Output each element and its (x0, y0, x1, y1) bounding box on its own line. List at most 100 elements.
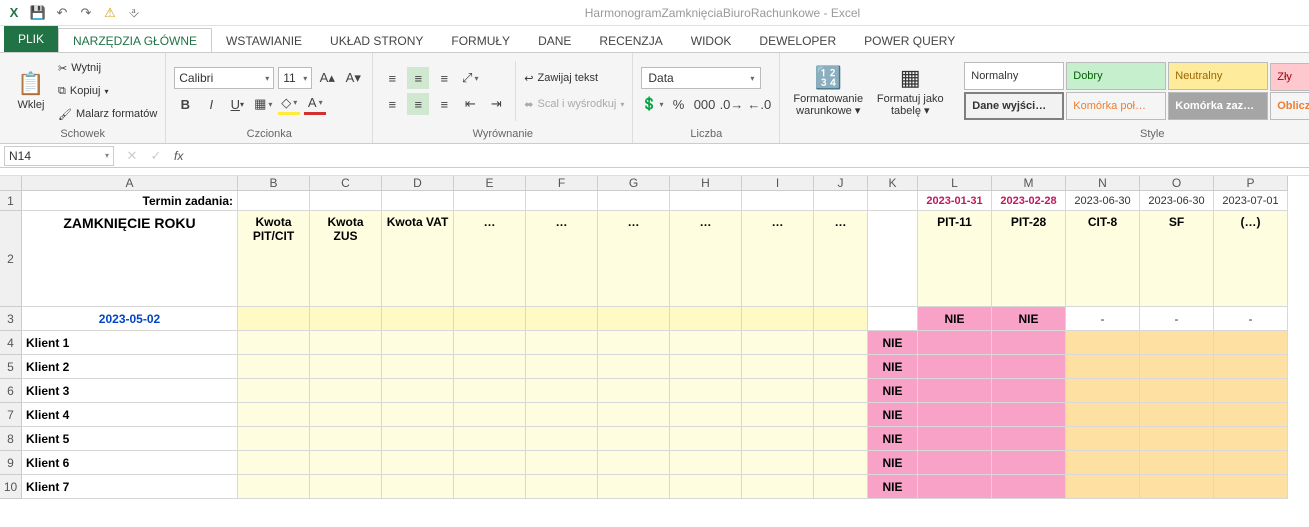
cell[interactable] (526, 427, 598, 451)
bold-button[interactable]: B (174, 93, 196, 115)
cell[interactable] (1066, 451, 1140, 475)
cell[interactable] (992, 451, 1066, 475)
formula-input[interactable] (189, 146, 1309, 166)
cell[interactable]: NIE (868, 451, 918, 475)
cell[interactable] (814, 191, 868, 211)
cell[interactable] (310, 331, 382, 355)
row-header[interactable]: 5 (0, 355, 22, 379)
cell[interactable] (742, 403, 814, 427)
cell[interactable] (1066, 403, 1140, 427)
cell[interactable] (238, 451, 310, 475)
wrap-text-button[interactable]: ↩Zawijaj tekst (524, 67, 624, 89)
cell[interactable] (670, 427, 742, 451)
cell[interactable] (598, 475, 670, 499)
cell[interactable]: PIT-11 (918, 211, 992, 307)
accounting-format-icon[interactable]: 💲 (641, 93, 663, 115)
row-header[interactable]: 6 (0, 379, 22, 403)
col-header[interactable]: D (382, 176, 454, 191)
cell[interactable]: PIT-28 (992, 211, 1066, 307)
style-neutral[interactable]: Neutralny (1168, 62, 1268, 90)
cell[interactable] (1214, 403, 1288, 427)
cell[interactable]: NIE (868, 475, 918, 499)
cell[interactable] (310, 191, 382, 211)
cell[interactable] (1214, 451, 1288, 475)
cell[interactable] (814, 451, 868, 475)
cell[interactable] (454, 475, 526, 499)
cell[interactable] (742, 191, 814, 211)
cell[interactable] (992, 403, 1066, 427)
cell[interactable]: CIT-8 (1066, 211, 1140, 307)
col-header[interactable]: H (670, 176, 742, 191)
cell[interactable]: Klient 2 (22, 355, 238, 379)
cell[interactable] (382, 451, 454, 475)
cell[interactable] (670, 191, 742, 211)
cell[interactable]: Termin zadania: (22, 191, 238, 211)
cell[interactable] (742, 379, 814, 403)
cell[interactable] (310, 379, 382, 403)
cell[interactable] (454, 403, 526, 427)
decrease-indent-icon[interactable]: ⇤ (459, 93, 481, 115)
cell[interactable] (1140, 379, 1214, 403)
cell[interactable] (454, 307, 526, 331)
cell[interactable] (1140, 451, 1214, 475)
cell[interactable] (238, 355, 310, 379)
copy-button[interactable]: ⧉Kopiuj▾ (58, 80, 157, 102)
col-header[interactable]: A (22, 176, 238, 191)
cell[interactable] (454, 451, 526, 475)
align-bottom-icon[interactable]: ≡ (433, 67, 455, 89)
cell[interactable] (918, 475, 992, 499)
cell[interactable] (526, 403, 598, 427)
cell[interactable]: Klient 4 (22, 403, 238, 427)
cell[interactable] (454, 355, 526, 379)
underline-button[interactable]: U▾ (226, 93, 248, 115)
cell[interactable]: 2023-07-01 (1214, 191, 1288, 211)
col-header[interactable]: L (918, 176, 992, 191)
row-header[interactable]: 4 (0, 331, 22, 355)
cell[interactable]: NIE (868, 403, 918, 427)
cell[interactable] (1066, 379, 1140, 403)
cell[interactable]: - (1066, 307, 1140, 331)
col-header[interactable]: C (310, 176, 382, 191)
cell[interactable] (918, 451, 992, 475)
cell[interactable] (1066, 331, 1140, 355)
increase-decimal-icon[interactable]: .0→ (720, 93, 744, 115)
cell[interactable] (238, 307, 310, 331)
cell[interactable] (382, 331, 454, 355)
comma-format-icon[interactable]: 000 (694, 93, 716, 115)
cell[interactable]: - (1214, 307, 1288, 331)
align-top-icon[interactable]: ≡ (381, 67, 403, 89)
cell[interactable] (670, 355, 742, 379)
cell[interactable] (918, 331, 992, 355)
cell[interactable]: 2023-06-30 (1066, 191, 1140, 211)
italic-button[interactable]: I (200, 93, 222, 115)
cell[interactable]: 2023-05-02 (22, 307, 238, 331)
cell[interactable] (670, 475, 742, 499)
col-header[interactable]: M (992, 176, 1066, 191)
cell[interactable] (742, 427, 814, 451)
cell[interactable] (382, 427, 454, 451)
col-header[interactable]: F (526, 176, 598, 191)
cell[interactable] (1214, 427, 1288, 451)
cell[interactable] (742, 475, 814, 499)
tab-formulas[interactable]: FORMUŁY (437, 29, 524, 52)
cell[interactable] (1066, 355, 1140, 379)
tab-file[interactable]: PLIK (4, 26, 58, 52)
cell[interactable] (526, 191, 598, 211)
cell[interactable] (382, 307, 454, 331)
col-header[interactable]: P (1214, 176, 1288, 191)
cell[interactable] (1214, 331, 1288, 355)
cell[interactable] (868, 191, 918, 211)
style-normal[interactable]: Normalny (964, 62, 1064, 90)
cell[interactable] (868, 211, 918, 307)
align-center-icon[interactable]: ≡ (407, 93, 429, 115)
cell[interactable]: … (454, 211, 526, 307)
cell[interactable] (670, 331, 742, 355)
cell[interactable] (238, 403, 310, 427)
align-middle-icon[interactable]: ≡ (407, 67, 429, 89)
col-header[interactable]: G (598, 176, 670, 191)
fx-icon[interactable]: fx (174, 149, 183, 163)
cell[interactable] (526, 355, 598, 379)
cell[interactable]: … (814, 211, 868, 307)
cell[interactable]: … (742, 211, 814, 307)
enter-icon[interactable]: ✓ (144, 145, 168, 167)
